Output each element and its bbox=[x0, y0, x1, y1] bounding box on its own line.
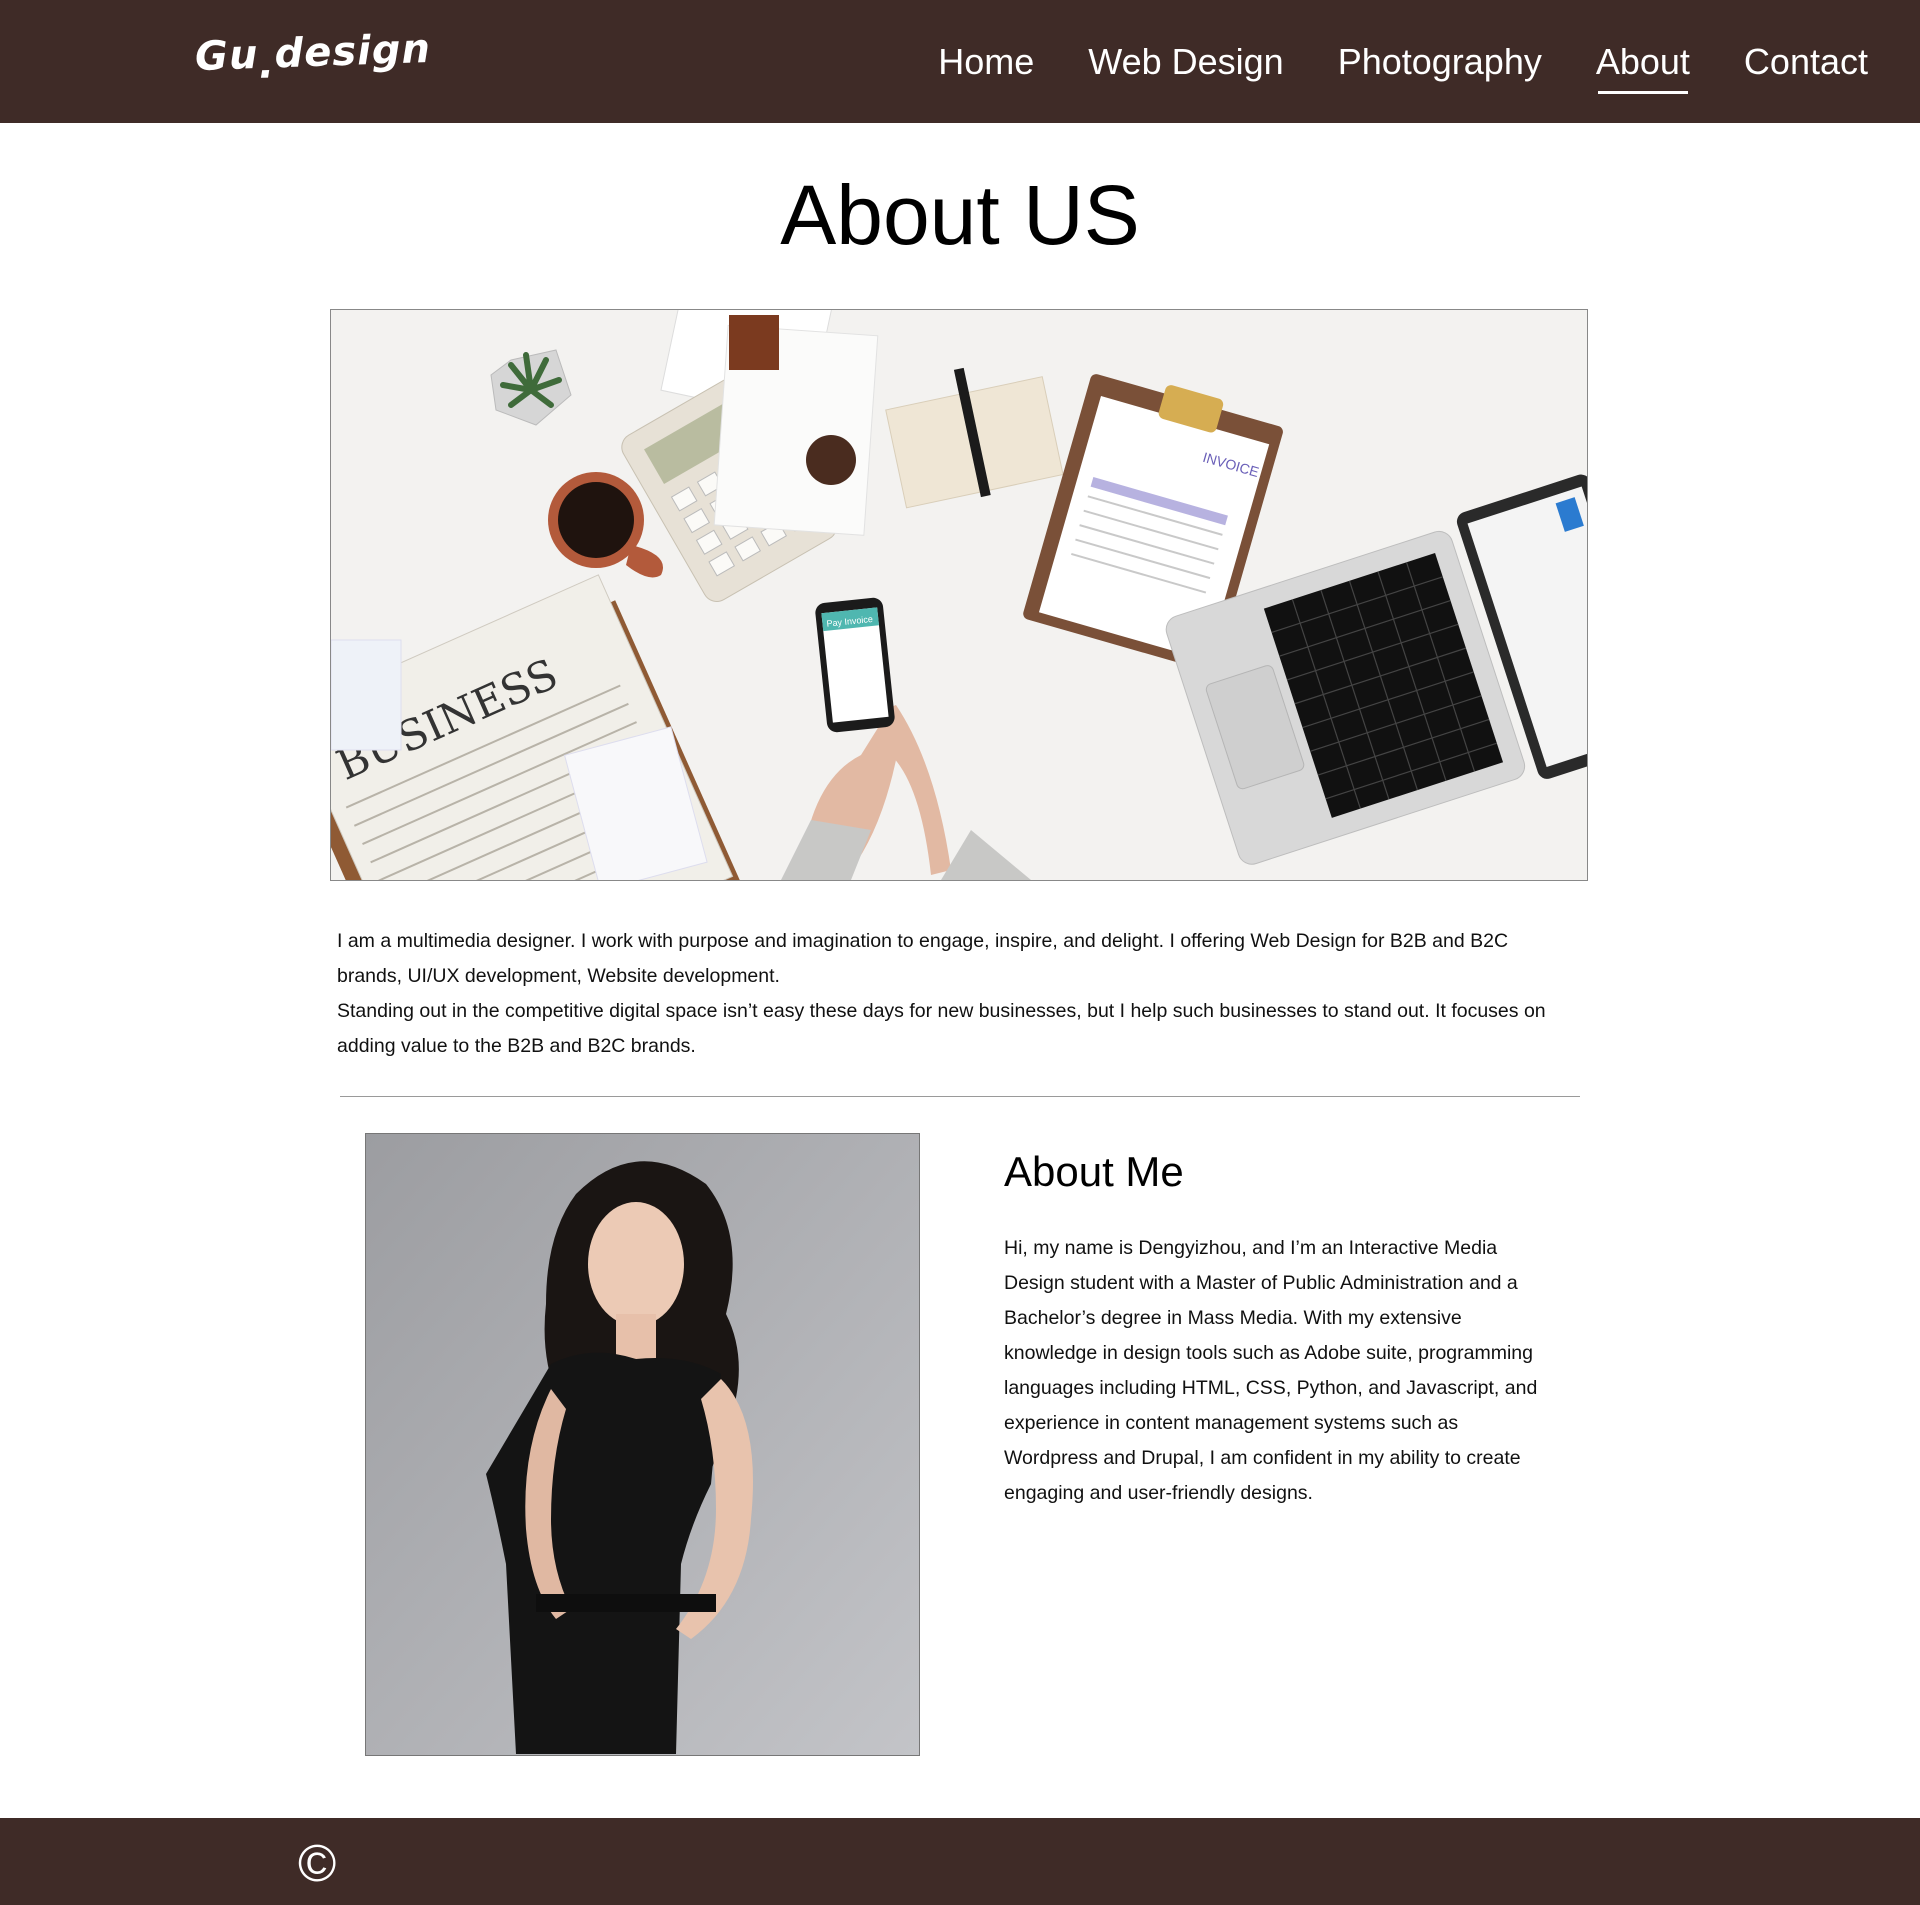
site-logo[interactable]: Gu.design bbox=[194, 25, 432, 88]
nav-web-design[interactable]: Web Design bbox=[1088, 38, 1283, 86]
portrait-photo bbox=[365, 1133, 920, 1756]
page-title: About US bbox=[780, 168, 1140, 262]
site-header: Gu.design Home Web Design Photography Ab… bbox=[0, 0, 1920, 123]
intro-paragraph: Standing out in the competitive digital … bbox=[337, 1000, 1546, 1057]
about-me-text: Hi, my name is Dengyizhou, and I’m an In… bbox=[1004, 1237, 1538, 1504]
section-divider bbox=[340, 1096, 1580, 1097]
nav-about[interactable]: About bbox=[1596, 38, 1690, 94]
intro-text: I am a multimedia designer. I work with … bbox=[337, 924, 1577, 1064]
about-me-heading: About Me bbox=[1004, 1148, 1184, 1195]
intro-paragraph: I am a multimedia designer. I work with … bbox=[337, 930, 1509, 987]
logo-text-right: design bbox=[273, 25, 432, 78]
nav-photography[interactable]: Photography bbox=[1338, 38, 1542, 86]
main-nav: Home Web Design Photography About Contac… bbox=[938, 38, 1868, 94]
copyright-icon: © bbox=[298, 1835, 337, 1893]
nav-contact[interactable]: Contact bbox=[1744, 38, 1868, 86]
nav-home[interactable]: Home bbox=[938, 38, 1034, 86]
hero-image: INVOICE BUSINESS Pay Invoice bbox=[330, 309, 1588, 881]
logo-dot: . bbox=[257, 41, 276, 88]
logo-text-left: Gu bbox=[194, 31, 260, 81]
site-footer: © bbox=[0, 1818, 1920, 1905]
